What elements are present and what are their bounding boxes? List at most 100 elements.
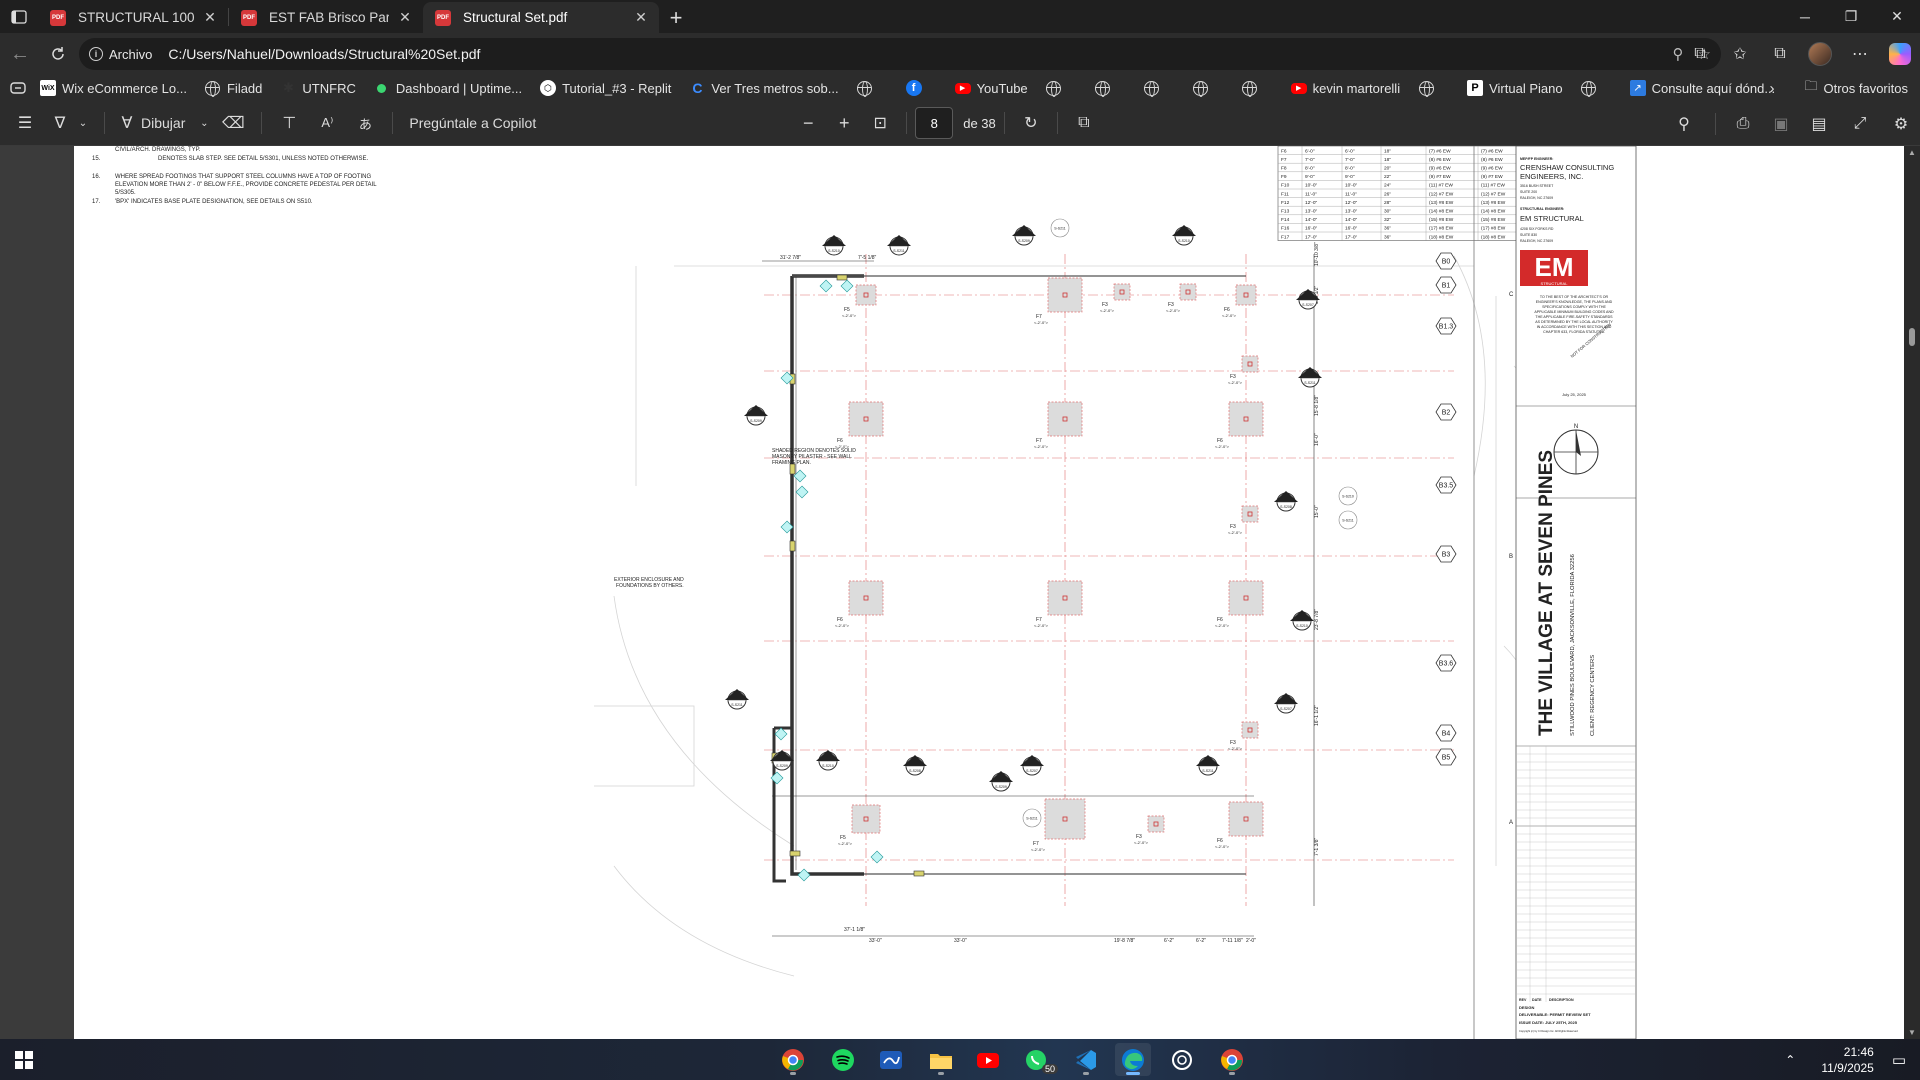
collections-icon[interactable]: ⧉ [1760,33,1800,75]
tab-est-fab-brisco[interactable]: PDF EST FAB Brisco Park Structurals.pdf … [229,2,423,33]
toolbar-divider [392,112,394,134]
taskbar-whiteboard[interactable] [873,1043,909,1076]
save-icon[interactable]: ▣ [1762,101,1800,146]
scroll-up-arrow[interactable]: ▲ [1908,148,1916,157]
restore-button[interactable]: ❐ [1828,0,1874,33]
favorite-globe-2[interactable] [1046,80,1068,97]
extensions-icon[interactable]: ⧉ [1680,33,1720,75]
chevron-right-icon[interactable]: › [1769,80,1774,97]
favorite-globe-8[interactable] [1581,80,1603,97]
draw-button[interactable]: Dibujar [141,101,195,146]
favorite-replit[interactable]: ⬡ Tutorial_#3 - Replit [540,80,671,96]
copilot-button[interactable] [1880,33,1920,75]
page-number-input[interactable]: 8 [915,107,954,139]
highlight-icon[interactable]: ∇ [50,101,70,146]
favorite-filadd[interactable]: Filadd [205,80,262,97]
taskbar-clock[interactable]: 21:46 11/9/2025 [1821,1044,1874,1076]
other-favorites-label[interactable]: Otros favoritos [1823,81,1908,96]
favorite-globe-1[interactable] [857,80,879,97]
notification-bell-icon[interactable]: ▭ [1892,1051,1906,1069]
statement-line: ENGINEER'S KNOWLEDGE, THE PLANS AND [1536,300,1613,304]
schedule-cell: F17 [1281,234,1290,240]
taskbar-vscode[interactable] [1068,1043,1104,1076]
favorite-kevin-martorelli[interactable]: ▶ kevin martorelli [1290,81,1400,96]
tab-structural-set[interactable]: PDF Structural Set.pdf ✕ [423,2,659,33]
section-arrow [822,235,846,246]
eraser-icon[interactable]: ⌫ [213,101,253,146]
page-view-icon[interactable]: ⧉ [1066,101,1102,146]
schedule-cell: F7 [1281,157,1287,163]
chevron-up-icon[interactable]: ⌃ [1785,1053,1795,1067]
favorite-youtube[interactable]: ▶ YouTube [954,81,1028,96]
site-info-chip[interactable]: i Archivo [89,47,152,62]
schedule-cell: 12'-0" [1345,200,1358,206]
vertical-scrollbar[interactable]: ▲ ▼ [1904,146,1920,1039]
taskbar-whatsapp[interactable]: 50 [1018,1043,1058,1076]
taskbar-spotify[interactable] [825,1043,861,1076]
favorite-utnfrc[interactable]: ✱ UTNFRC [280,80,356,96]
fit-to-page-icon[interactable]: ⊡ [862,101,898,146]
scroll-down-arrow[interactable]: ▼ [1908,1028,1916,1037]
chevron-down-icon[interactable]: ⌄ [195,101,213,146]
more-menu-icon[interactable]: ⋯ [1840,33,1880,75]
avatar [1808,42,1832,66]
taskbar-edge[interactable] [1115,1043,1151,1076]
profile-button[interactable] [1800,33,1840,75]
favorite-uptime[interactable]: Dashboard | Uptime... [374,80,522,96]
zoom-out-button[interactable]: − [790,101,826,146]
start-button[interactable] [6,1043,42,1076]
favorites-icon[interactable]: ✩ [1720,33,1760,75]
close-tab-button[interactable]: ✕ [633,9,649,26]
search-icon[interactable]: ⚲ [1661,101,1707,146]
tab-actions-menu-button[interactable] [0,0,38,33]
favorite-globe-4[interactable] [1144,80,1166,97]
rotate-icon[interactable]: ↻ [1013,101,1049,146]
favorite-wix[interactable]: WiX Wix eCommerce Lo... [40,80,187,96]
fullscreen-icon[interactable]: ⤢ [1838,101,1882,146]
favorite-consulte[interactable]: ↗ Consulte aquí dónd... [1629,80,1775,96]
favorite-globe-7[interactable] [1418,80,1440,97]
settings-gear-icon[interactable]: ⚙ [1882,101,1920,146]
tab-actions-icon [11,9,27,24]
close-window-button[interactable]: ✕ [1874,0,1920,33]
refresh-button[interactable] [40,36,76,72]
url-text[interactable]: C:/Users/Nahuel/Downloads/Structural%20S… [168,46,480,62]
dimension-label: 16'-1 1/2" [1314,705,1320,726]
close-tab-button[interactable]: ✕ [397,9,413,26]
taskbar-chrome-profile[interactable] [1214,1043,1250,1076]
favorite-virtual-piano[interactable]: P Virtual Piano [1467,80,1563,96]
close-tab-button[interactable]: ✕ [202,9,218,26]
add-text-icon[interactable]: ⊤ [270,101,308,146]
new-tab-button[interactable]: + [659,2,693,33]
favorite-facebook[interactable]: f [905,80,928,96]
taskbar-chrome[interactable] [775,1043,811,1076]
tab-structural-100[interactable]: PDF STRUCTURAL 100_ (1).pdf ✕ [38,2,228,33]
minimize-button[interactable]: ─ [1782,0,1828,33]
favorites-menu-button[interactable] [10,82,26,94]
read-aloud-icon[interactable]: A⁾ [308,101,346,146]
save-as-icon[interactable]: ▤ [1800,101,1838,146]
favorite-globe-6[interactable] [1242,80,1264,97]
chevron-down-icon[interactable]: ⌄ [70,101,96,146]
favorite-globe-5[interactable] [1193,80,1215,97]
note-number: 15. [92,156,101,162]
ask-copilot-button[interactable]: Pregúntale a Copilot [401,101,544,146]
taskbar-youtube[interactable] [970,1043,1006,1076]
note-line: 5/S305. [115,190,136,196]
taskbar-chatgpt[interactable] [1164,1043,1200,1076]
schedule-cell: 26" [1384,191,1391,197]
pdf-viewer[interactable]: CIVIL/ARCH. DRAWINGS, TYP. 15. DENOTES S… [0,146,1920,1039]
favorite-globe-3[interactable] [1095,80,1117,97]
draw-icon[interactable]: ∀ [113,101,141,146]
section-ref: S-S210 [1342,495,1354,499]
grid-bubble-label: B2 [1442,410,1451,417]
back-button[interactable]: ← [2,36,38,72]
print-icon[interactable]: ⎙ [1724,101,1762,146]
scrollbar-thumb[interactable] [1909,328,1915,346]
taskbar-file-explorer[interactable] [923,1043,959,1076]
zoom-in-button[interactable]: + [826,101,862,146]
favorite-tres-metros[interactable]: C Ver Tres metros sob... [689,80,838,96]
translate-icon[interactable]: あ [346,101,384,146]
contents-icon[interactable]: ☰ [0,101,50,146]
address-bar[interactable]: i Archivo C:/Users/Nahuel/Downloads/Stru… [79,38,1721,70]
